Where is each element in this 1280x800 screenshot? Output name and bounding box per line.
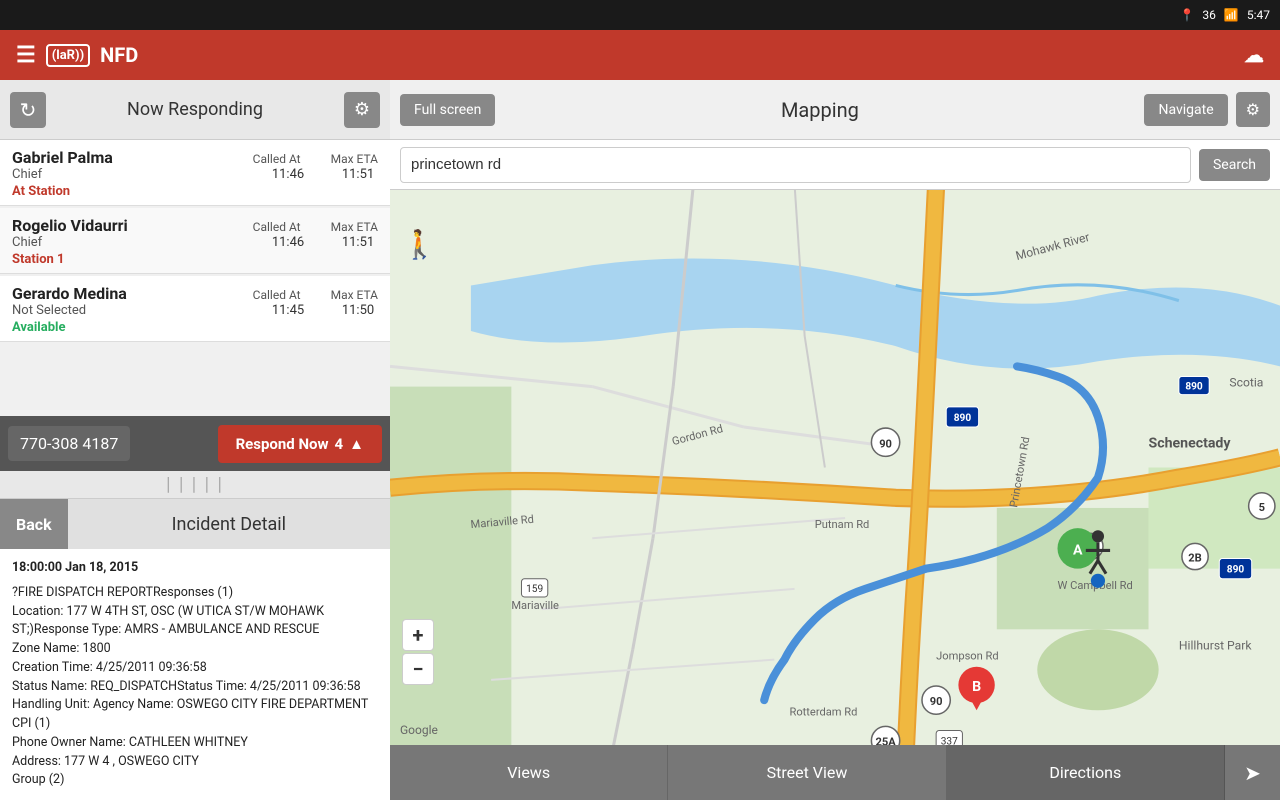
respond-count: 4 xyxy=(335,435,344,453)
called-at-header: Called At xyxy=(253,288,301,302)
app-bar: ☰ (laR)) NFD ☁ xyxy=(0,30,1280,80)
svg-text:2B: 2B xyxy=(1188,552,1201,565)
app-title: NFD xyxy=(100,43,138,67)
street-view-button[interactable]: Street View xyxy=(668,745,946,800)
map-area[interactable]: Mohawk River Gordon Rd Mariaville Rd Pri… xyxy=(390,190,1280,745)
time: 5:47 xyxy=(1247,8,1270,22)
action-bar: 770-308 4187 Respond Now 4 ▲ xyxy=(0,416,390,471)
svg-text:Schenectady: Schenectady xyxy=(1149,435,1232,451)
max-eta-time: 11:51 xyxy=(338,167,378,182)
search-bar: Search xyxy=(390,140,1280,190)
map-bottom-bar: Views Street View Directions ➤ xyxy=(390,745,1280,800)
wifi-icon: 📶 xyxy=(1224,8,1239,22)
main-layout: ↻ Now Responding ⚙ Gabriel Palma Called … xyxy=(0,80,1280,800)
called-at-header: Called At xyxy=(253,220,301,234)
responder-status: Station 1 xyxy=(12,252,378,267)
svg-text:5: 5 xyxy=(1259,501,1265,514)
cloud-icon: ☁ xyxy=(1244,43,1264,67)
now-responding-header: ↻ Now Responding ⚙ xyxy=(0,80,390,140)
max-eta-time: 11:50 xyxy=(338,303,378,318)
respond-arrow: ▲ xyxy=(349,435,364,453)
called-at-time: 11:45 xyxy=(268,303,308,318)
status-bar: 📍 36 📶 5:47 xyxy=(0,0,1280,30)
respond-now-label: Respond Now xyxy=(236,435,329,453)
called-at-time: 11:46 xyxy=(268,167,308,182)
drag-handle[interactable]: | | | | | xyxy=(0,471,390,499)
svg-text:90: 90 xyxy=(879,437,892,450)
responder-status: At Station xyxy=(12,184,378,199)
svg-text:159: 159 xyxy=(526,584,543,595)
zoom-out-button[interactable]: − xyxy=(402,653,434,685)
svg-text:Jompson Rd: Jompson Rd xyxy=(936,650,999,663)
incident-section: Back Incident Detail 18:00:00 Jan 18, 20… xyxy=(0,499,390,800)
responder-name: Gabriel Palma xyxy=(12,148,113,167)
max-eta-header: Max ETA xyxy=(331,288,378,302)
svg-text:Hillhurst Park: Hillhurst Park xyxy=(1179,639,1252,653)
navigate-button[interactable]: Navigate xyxy=(1144,94,1227,126)
search-input[interactable] xyxy=(400,147,1191,183)
responder-item[interactable]: Gabriel Palma Called At Max ETA Chief 11… xyxy=(0,140,390,206)
incident-content: 18:00:00 Jan 18, 2015 ?FIRE DISPATCH REP… xyxy=(0,549,390,800)
respond-now-button[interactable]: Respond Now 4 ▲ xyxy=(218,425,382,463)
zoom-controls: + − xyxy=(402,619,434,685)
incident-text: ?FIRE DISPATCH REPORTResponses (1) Locat… xyxy=(12,584,378,790)
svg-text:A: A xyxy=(1073,542,1083,558)
compass-button[interactable]: ➤ xyxy=(1225,745,1280,800)
google-watermark: Google xyxy=(400,723,438,737)
map-toolbar: Full screen Mapping Navigate ⚙ xyxy=(390,80,1280,140)
svg-text:890: 890 xyxy=(1227,565,1245,576)
responder-item[interactable]: Gerardo Medina Called At Max ETA Not Sel… xyxy=(0,276,390,342)
incident-title: Incident Detail xyxy=(68,514,390,535)
signal-strength: 36 xyxy=(1202,8,1216,22)
svg-text:890: 890 xyxy=(954,413,972,424)
app-bar-left: ☰ (laR)) NFD xyxy=(16,43,138,68)
settings-button[interactable]: ⚙ xyxy=(344,92,380,128)
location-icon: 📍 xyxy=(1179,8,1194,22)
responder-role: Chief xyxy=(12,167,42,182)
max-eta-time: 11:51 xyxy=(338,235,378,250)
left-panel: ↻ Now Responding ⚙ Gabriel Palma Called … xyxy=(0,80,390,800)
svg-text:Putnam Rd: Putnam Rd xyxy=(815,518,870,531)
svg-text:25A: 25A xyxy=(875,736,896,745)
called-at-header: Called At xyxy=(253,152,301,166)
zoom-in-button[interactable]: + xyxy=(402,619,434,651)
app-logo: (laR)) xyxy=(46,44,90,67)
incident-timestamp: 18:00:00 Jan 18, 2015 xyxy=(12,559,378,578)
svg-text:Mariaville: Mariaville xyxy=(511,599,559,612)
responder-item[interactable]: Rogelio Vidaurri Called At Max ETA Chief… xyxy=(0,208,390,274)
max-eta-header: Max ETA xyxy=(331,152,378,166)
max-eta-header: Max ETA xyxy=(331,220,378,234)
map-person-icon: 🚶 xyxy=(402,228,432,268)
now-responding-title: Now Responding xyxy=(46,99,344,120)
svg-text:Scotia: Scotia xyxy=(1229,376,1263,390)
svg-text:Rotterdam Rd: Rotterdam Rd xyxy=(789,705,857,718)
svg-text:890: 890 xyxy=(1185,382,1203,393)
responder-name: Gerardo Medina xyxy=(12,284,127,303)
svg-text:B: B xyxy=(972,679,981,695)
responder-role: Chief xyxy=(12,235,42,250)
back-button[interactable]: Back xyxy=(0,499,68,549)
refresh-button[interactable]: ↻ xyxy=(10,92,46,128)
fullscreen-button[interactable]: Full screen xyxy=(400,94,495,126)
svg-text:90: 90 xyxy=(930,695,943,708)
incident-header: Back Incident Detail xyxy=(0,499,390,549)
responder-list: Gabriel Palma Called At Max ETA Chief 11… xyxy=(0,140,390,416)
views-button[interactable]: Views xyxy=(390,745,668,800)
drag-dots: | | | | | xyxy=(166,474,224,495)
phone-number: 770-308 4187 xyxy=(8,426,130,461)
map-svg: Mohawk River Gordon Rd Mariaville Rd Pri… xyxy=(390,190,1280,745)
map-toolbar-right: Navigate ⚙ xyxy=(1144,92,1270,127)
hamburger-icon[interactable]: ☰ xyxy=(16,43,36,68)
map-title: Mapping xyxy=(781,98,859,122)
map-settings-button[interactable]: ⚙ xyxy=(1236,92,1270,127)
responder-name: Rogelio Vidaurri xyxy=(12,216,128,235)
search-button[interactable]: Search xyxy=(1199,149,1270,181)
responder-role: Not Selected xyxy=(12,303,86,318)
svg-text:337: 337 xyxy=(941,737,958,745)
right-panel: Full screen Mapping Navigate ⚙ Search xyxy=(390,80,1280,800)
responder-status: Available xyxy=(12,320,378,335)
called-at-time: 11:46 xyxy=(268,235,308,250)
directions-button[interactable]: Directions xyxy=(947,745,1225,800)
